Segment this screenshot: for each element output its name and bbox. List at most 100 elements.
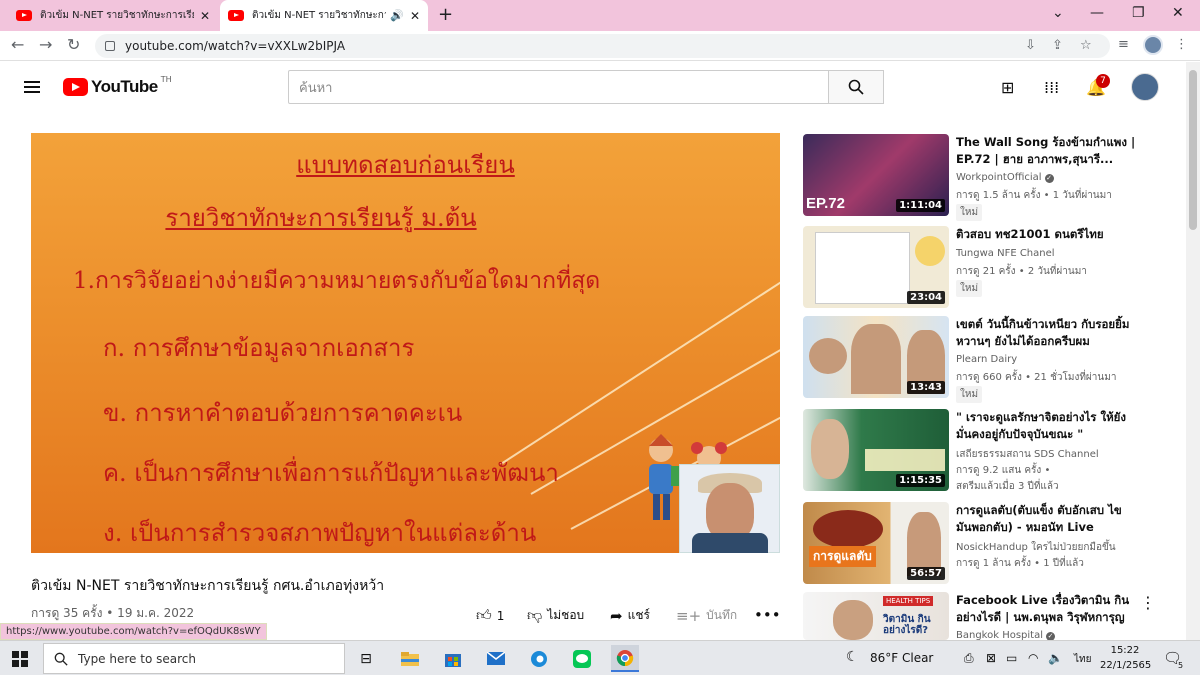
- back-arrow-icon[interactable]: ←: [11, 35, 24, 54]
- lock-icon: [105, 41, 115, 51]
- address-bar[interactable]: youtube.com/watch?v=vXXLw2bIPJA ⇩ ⇪ ☆: [95, 34, 1110, 58]
- related-video-title[interactable]: การดูแลตับ(ตับแข็ง ตับอักเสบ ไขมันพอกตับ…: [956, 502, 1136, 536]
- close-window-icon[interactable]: ✕: [1172, 5, 1184, 21]
- close-tab-icon[interactable]: ✕: [410, 9, 420, 23]
- new-tab-button[interactable]: +: [438, 4, 453, 25]
- slide-option: ข. การหาคำตอบด้วยการคาดคะเน: [103, 399, 463, 427]
- maximize-icon[interactable]: ❐: [1132, 5, 1145, 21]
- store-icon[interactable]: [439, 645, 467, 672]
- channel-name[interactable]: เสถียรธรรมสถาน SDS Channel: [956, 447, 1099, 462]
- tab-search-chevron-icon[interactable]: ⌄: [1052, 5, 1064, 21]
- save-label: บันทึก: [706, 608, 738, 622]
- related-video-title[interactable]: " เราจะดูแลรักษาจิตอย่างไร ให้ยังมั่นคงอ…: [956, 409, 1136, 443]
- install-icon[interactable]: ⇩: [1025, 38, 1036, 53]
- browser-tab-1[interactable]: ติวเข้ม N-NET รายวิชาทักษะการเรียนรู้ ✕: [8, 0, 218, 31]
- related-video-title[interactable]: เขตต์ วันนี้กินข้าวเหนียว กับรอยยิ้มหวาน…: [956, 316, 1136, 350]
- region-label: TH: [160, 74, 172, 84]
- file-explorer-icon[interactable]: [396, 645, 424, 672]
- volume-icon[interactable]: 🔈: [1048, 651, 1063, 665]
- windows-start-icon[interactable]: [12, 651, 28, 667]
- dislike-button[interactable]: 👎︎ ไม่ชอบ: [527, 606, 584, 625]
- slide-question: 1.การวิจัยอย่างง่ายมีความหมายตรงกับข้อใด…: [73, 268, 601, 294]
- health-tips-tag: HEALTH TIPS: [883, 596, 934, 606]
- task-view-icon[interactable]: ⊟: [352, 645, 380, 672]
- language-indicator[interactable]: ไทย: [1074, 652, 1091, 667]
- close-tab-icon[interactable]: ✕: [200, 9, 210, 23]
- save-button[interactable]: ≡+ บันทึก: [676, 606, 737, 625]
- video-player[interactable]: แบบทดสอบก่อนเรียน รายวิชาทักษะการเรียนรู…: [31, 133, 780, 553]
- reload-icon[interactable]: ↻: [67, 35, 80, 54]
- share-page-icon[interactable]: ⇪: [1052, 38, 1063, 53]
- battery-icon[interactable]: ▭: [1006, 651, 1017, 665]
- video-thumbnail[interactable]: EP.72 1:11:04: [803, 134, 949, 216]
- video-duration: 23:04: [907, 291, 945, 304]
- taskbar-search-placeholder: Type here to search: [78, 651, 196, 666]
- related-video[interactable]: การดูแลตับ 56:57 การดูแลตับ(ตับแข็ง ตับอ…: [803, 502, 1186, 584]
- youtube-play-icon: [63, 78, 88, 96]
- weather-text[interactable]: 86°F Clear: [870, 651, 933, 665]
- related-video[interactable]: 23:04 ติวสอบ ทช21001 ดนตรีไทย Tungwa NFE…: [803, 226, 1186, 308]
- related-video[interactable]: EP.72 1:11:04 The Wall Song ร้องข้ามกำแพ…: [803, 134, 1186, 221]
- page-scrollbar[interactable]: [1186, 62, 1200, 640]
- related-video[interactable]: 1:15:35 " เราจะดูแลรักษาจิตอย่างไร ให้ยั…: [803, 409, 1186, 492]
- search-button[interactable]: [828, 70, 884, 104]
- status-bar-url: https://www.youtube.com/watch?v=efOQdUK8…: [0, 623, 267, 640]
- more-options-icon[interactable]: ⋮: [1140, 593, 1156, 612]
- wifi-icon[interactable]: ◠: [1028, 651, 1038, 665]
- channel-name[interactable]: WorkpointOfficial ✓: [956, 172, 1054, 183]
- video-thumbnail[interactable]: HEALTH TIPS วิตามิน กินอย่างไรดี?: [803, 592, 949, 640]
- channel-name[interactable]: Tungwa NFE Chanel: [956, 248, 1055, 259]
- create-video-icon[interactable]: ⊞: [1001, 78, 1014, 97]
- youtube-favicon-icon: [228, 10, 244, 21]
- speaker-icon[interactable]: 🔊: [390, 9, 404, 22]
- video-thumbnail[interactable]: 13:43: [803, 316, 949, 398]
- video-stats: การดู 1.5 ล้าน ครั้ง • 1 วันที่ผ่านมา: [956, 190, 1112, 201]
- verified-check-icon: ✓: [1044, 174, 1054, 183]
- verified-check-icon: ✓: [1046, 632, 1055, 640]
- video-stats: การดู 9.2 แสน ครั้ง •: [956, 465, 1051, 476]
- browser-menu-icon[interactable]: ⋮: [1175, 37, 1188, 52]
- taskbar-search-box[interactable]: Type here to search: [43, 643, 345, 674]
- video-meta: การดู 35 ครั้ง • 19 ม.ค. 2022: [31, 606, 195, 620]
- browser-profile-avatar[interactable]: [1143, 35, 1163, 55]
- media-control-icon[interactable]: ≡: [1118, 37, 1129, 52]
- channel-name[interactable]: Bangkok Hospital ✓: [956, 630, 1055, 640]
- video-thumbnail[interactable]: 1:15:35: [803, 409, 949, 491]
- related-video-title[interactable]: ติวสอบ ทช21001 ดนตรีไทย: [956, 226, 1136, 243]
- related-video[interactable]: HEALTH TIPS วิตามิน กินอย่างไรดี? Facebo…: [803, 592, 1186, 640]
- thumbnail-text: EP.72: [806, 195, 845, 212]
- scrollbar-thumb[interactable]: [1189, 70, 1197, 230]
- account-avatar[interactable]: [1131, 73, 1159, 101]
- forward-arrow-icon[interactable]: →: [39, 35, 52, 54]
- bookmark-star-icon[interactable]: ☆: [1080, 38, 1092, 53]
- search-input[interactable]: ค้นหา: [288, 70, 829, 104]
- related-video[interactable]: 13:43 เขตต์ วันนี้กินข้าวเหนียว กับรอยยิ…: [803, 316, 1186, 403]
- line-app-icon[interactable]: [568, 645, 596, 672]
- share-button[interactable]: ➦ แชร์: [610, 606, 650, 625]
- video-duration: 56:57: [907, 567, 945, 580]
- video-thumbnail[interactable]: การดูแลตับ 56:57: [803, 502, 949, 584]
- security-icon[interactable]: ⊠: [986, 651, 996, 665]
- channel-name[interactable]: NosickHandup ใครไม่ป่วยยกมือขึ้น: [956, 540, 1116, 555]
- related-video-title[interactable]: The Wall Song ร้องข้ามกำแพง | EP.72 | ฮา…: [956, 134, 1136, 168]
- system-clock[interactable]: 15:22 22/1/2565: [1100, 643, 1151, 673]
- meet-now-icon[interactable]: ⎙: [964, 651, 974, 666]
- more-actions-button[interactable]: •••: [754, 606, 786, 624]
- notification-count-badge: 7: [1096, 74, 1110, 88]
- chrome-icon[interactable]: [611, 645, 639, 672]
- browser-tab-2-active[interactable]: ติวเข้ม N-NET รายวิชาทักษะการเรียนรู้ 🔊 …: [220, 0, 428, 31]
- channel-name[interactable]: Plearn Dairy: [956, 354, 1017, 365]
- hamburger-menu-icon[interactable]: [24, 81, 40, 96]
- minimize-icon[interactable]: —: [1090, 5, 1104, 21]
- related-video-title[interactable]: Facebook Live เรื่องวิตามิน กินอย่างไรดี…: [956, 592, 1136, 626]
- dislike-label: ไม่ชอบ: [547, 608, 585, 622]
- video-thumbnail[interactable]: 23:04: [803, 226, 949, 308]
- edge-icon[interactable]: [525, 645, 553, 672]
- apps-grid-icon[interactable]: ⁞⁞⁞: [1044, 78, 1059, 97]
- share-arrow-icon: ➦: [610, 606, 623, 625]
- weather-moon-icon[interactable]: ☾: [846, 649, 859, 665]
- youtube-logo[interactable]: YouTube TH: [63, 74, 172, 97]
- browser-toolbar: ← → ↻ youtube.com/watch?v=vXXLw2bIPJA ⇩ …: [0, 31, 1200, 61]
- mail-icon[interactable]: [482, 645, 510, 672]
- like-button[interactable]: 👍︎ 1: [476, 606, 504, 625]
